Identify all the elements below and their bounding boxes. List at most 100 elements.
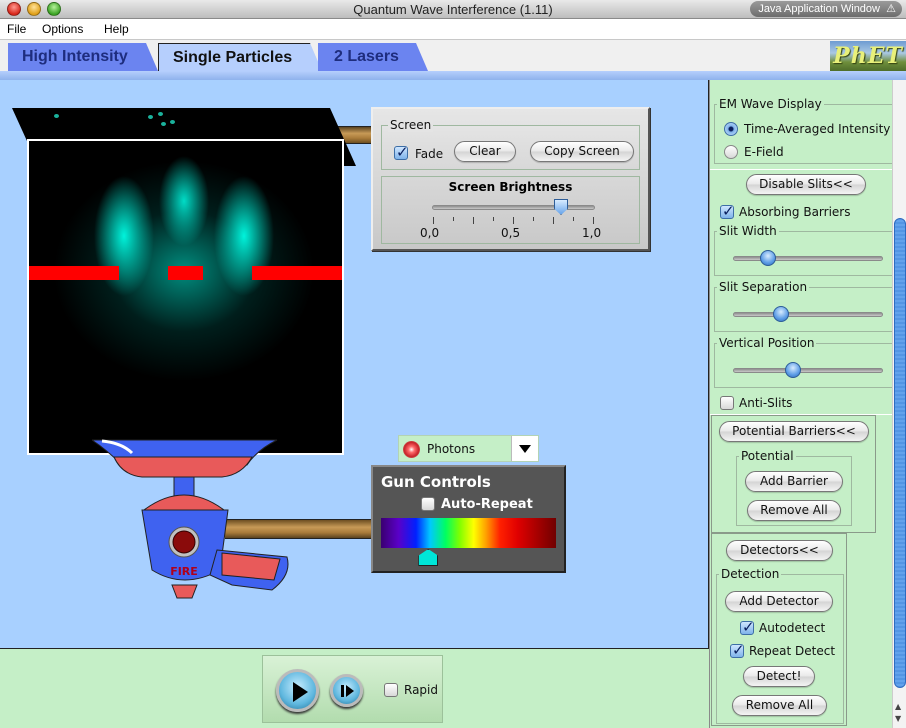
wavelength-spectrum-slider[interactable]	[381, 518, 556, 548]
screen-group: Screen Fade Clear Copy Screen	[381, 118, 640, 170]
scroll-up-icon[interactable]: ▲	[895, 702, 901, 711]
rapid-checkbox[interactable]	[384, 683, 398, 697]
vertical-position-title: Vertical Position	[717, 336, 817, 350]
slit-width-slider-track[interactable]	[733, 256, 883, 261]
scrollbar-thumb[interactable]	[894, 218, 906, 688]
brightness-slider-knob[interactable]	[554, 199, 568, 215]
remove-all-barriers-button[interactable]: Remove All	[747, 500, 841, 521]
tick-label-mid: 0,5	[501, 226, 521, 240]
tick	[593, 217, 594, 224]
tab-2-lasers[interactable]: 2 Lasers	[318, 43, 428, 71]
brightness-title: Screen Brightness	[448, 180, 573, 194]
autodetect-checkbox[interactable]	[740, 618, 755, 636]
absorbing-barriers-label: Absorbing Barriers	[739, 205, 851, 219]
gun-tail	[171, 584, 198, 599]
step-button[interactable]	[330, 674, 363, 707]
particle-hit	[170, 120, 175, 124]
e-field-label: E-Field	[744, 145, 784, 159]
control-panel: EM Wave Display Time-Averaged Intensity …	[709, 80, 906, 728]
fade-label: Fade	[415, 147, 444, 161]
tick	[453, 217, 454, 221]
potential-group: Potential Add Barrier Remove All	[736, 449, 852, 526]
particle-hit	[161, 122, 166, 126]
menu-bar: File Options Help	[0, 19, 906, 40]
detect-button[interactable]: Detect!	[743, 666, 815, 687]
phet-logo: PhET	[830, 41, 906, 71]
anti-slits-checkbox[interactable]	[720, 396, 734, 410]
repeat-detect-label: Repeat Detect	[749, 644, 836, 658]
menu-help[interactable]: Help	[104, 22, 129, 36]
auto-repeat-checkbox[interactable]	[421, 497, 435, 511]
tab-high-intensity[interactable]: High Intensity	[8, 43, 158, 71]
wavelength-slider-knob[interactable]	[418, 549, 439, 566]
detectors-section: Detectors<< Detection Add Detector Autod…	[711, 533, 847, 726]
autodetect-label: Autodetect	[759, 621, 826, 635]
slit-barrier-right[interactable]	[252, 266, 342, 280]
fire-label: FIRE	[170, 565, 198, 578]
menu-file[interactable]: File	[7, 22, 26, 36]
repeat-detect-checkbox[interactable]	[730, 641, 745, 659]
brightness-slider-track[interactable]	[432, 205, 595, 210]
em-wave-display-group: EM Wave Display Time-Averaged Intensity …	[714, 97, 894, 164]
slit-width-title: Slit Width	[717, 224, 779, 238]
tab-single-particles[interactable]: Single Particles	[158, 43, 322, 71]
menu-options[interactable]: Options	[42, 22, 83, 36]
slit-separation-slider-knob[interactable]	[773, 306, 789, 322]
potential-barriers-button[interactable]: Potential Barriers<<	[719, 421, 869, 442]
tick	[493, 217, 494, 221]
add-detector-button[interactable]: Add Detector	[725, 591, 833, 612]
absorbing-barriers-checkbox[interactable]	[720, 202, 735, 220]
slit-separation-slider-track[interactable]	[733, 312, 883, 317]
tick	[553, 217, 554, 224]
scroll-down-icon[interactable]: ▼	[895, 714, 901, 723]
wave-display[interactable]	[27, 139, 344, 455]
particle-gun: FIRE	[92, 439, 289, 599]
slit-barrier-left[interactable]	[29, 266, 119, 280]
slit-barrier-middle[interactable]	[168, 266, 203, 280]
divider	[710, 169, 896, 170]
tick	[513, 217, 514, 224]
simulation-canvas[interactable]: FIRE Screen Fade Clear Copy Screen Scree…	[0, 80, 709, 649]
tick	[573, 217, 574, 221]
add-barrier-button[interactable]: Add Barrier	[745, 471, 843, 492]
particle-hit	[54, 114, 59, 118]
disable-slits-button[interactable]: Disable Slits<<	[746, 174, 866, 195]
vertical-position-slider-track[interactable]	[733, 368, 883, 373]
fire-button[interactable]	[172, 530, 196, 554]
tick-label-max: 1,0	[582, 226, 602, 240]
tick	[473, 217, 474, 224]
tick-label-min: 0,0	[420, 226, 440, 240]
remove-all-detectors-button[interactable]: Remove All	[732, 695, 827, 716]
radio-time-averaged[interactable]	[724, 122, 738, 136]
java-app-badge: Java Application Window ⚠	[750, 1, 902, 17]
slit-width-slider-knob[interactable]	[759, 250, 776, 266]
fade-checkbox[interactable]	[394, 143, 409, 161]
em-wave-display-title: EM Wave Display	[717, 97, 824, 111]
particle-hit	[158, 112, 163, 116]
chevron-down-icon[interactable]	[511, 436, 538, 461]
potential-section: Potential Barriers<< Potential Add Barri…	[711, 415, 876, 533]
play-button[interactable]	[276, 669, 319, 712]
clock-control-panel: Rapid	[262, 655, 443, 723]
detectors-button[interactable]: Detectors<<	[726, 540, 833, 561]
particle-type-dropdown[interactable]: Photons	[398, 435, 539, 462]
brightness-group: Screen Brightness 0,0 0,5 1,0	[381, 176, 640, 244]
rapid-label: Rapid	[404, 683, 438, 697]
tab-bar: High Intensity Single Particles 2 Lasers…	[0, 40, 906, 71]
gun-controls-title: Gun Controls	[381, 473, 491, 491]
warning-icon: ⚠	[886, 3, 896, 15]
control-panel-scrollbar[interactable]: ▲ ▼	[892, 80, 906, 728]
slit-width-group: Slit Width	[714, 224, 894, 276]
tick	[433, 217, 434, 224]
detection-group-title: Detection	[719, 567, 782, 581]
wave-intensity-pattern	[29, 141, 342, 453]
particle-type-value: Photons	[427, 442, 476, 456]
gun-nozzle-bottom	[113, 456, 253, 478]
radio-e-field[interactable]	[724, 145, 738, 159]
copy-screen-button[interactable]: Copy Screen	[530, 141, 634, 162]
clear-button[interactable]: Clear	[454, 141, 516, 162]
tick	[533, 217, 534, 221]
gun-controls-panel: Gun Controls Auto-Repeat	[371, 465, 566, 573]
vertical-position-slider-knob[interactable]	[785, 362, 801, 378]
auto-repeat-label: Auto-Repeat	[441, 497, 533, 512]
